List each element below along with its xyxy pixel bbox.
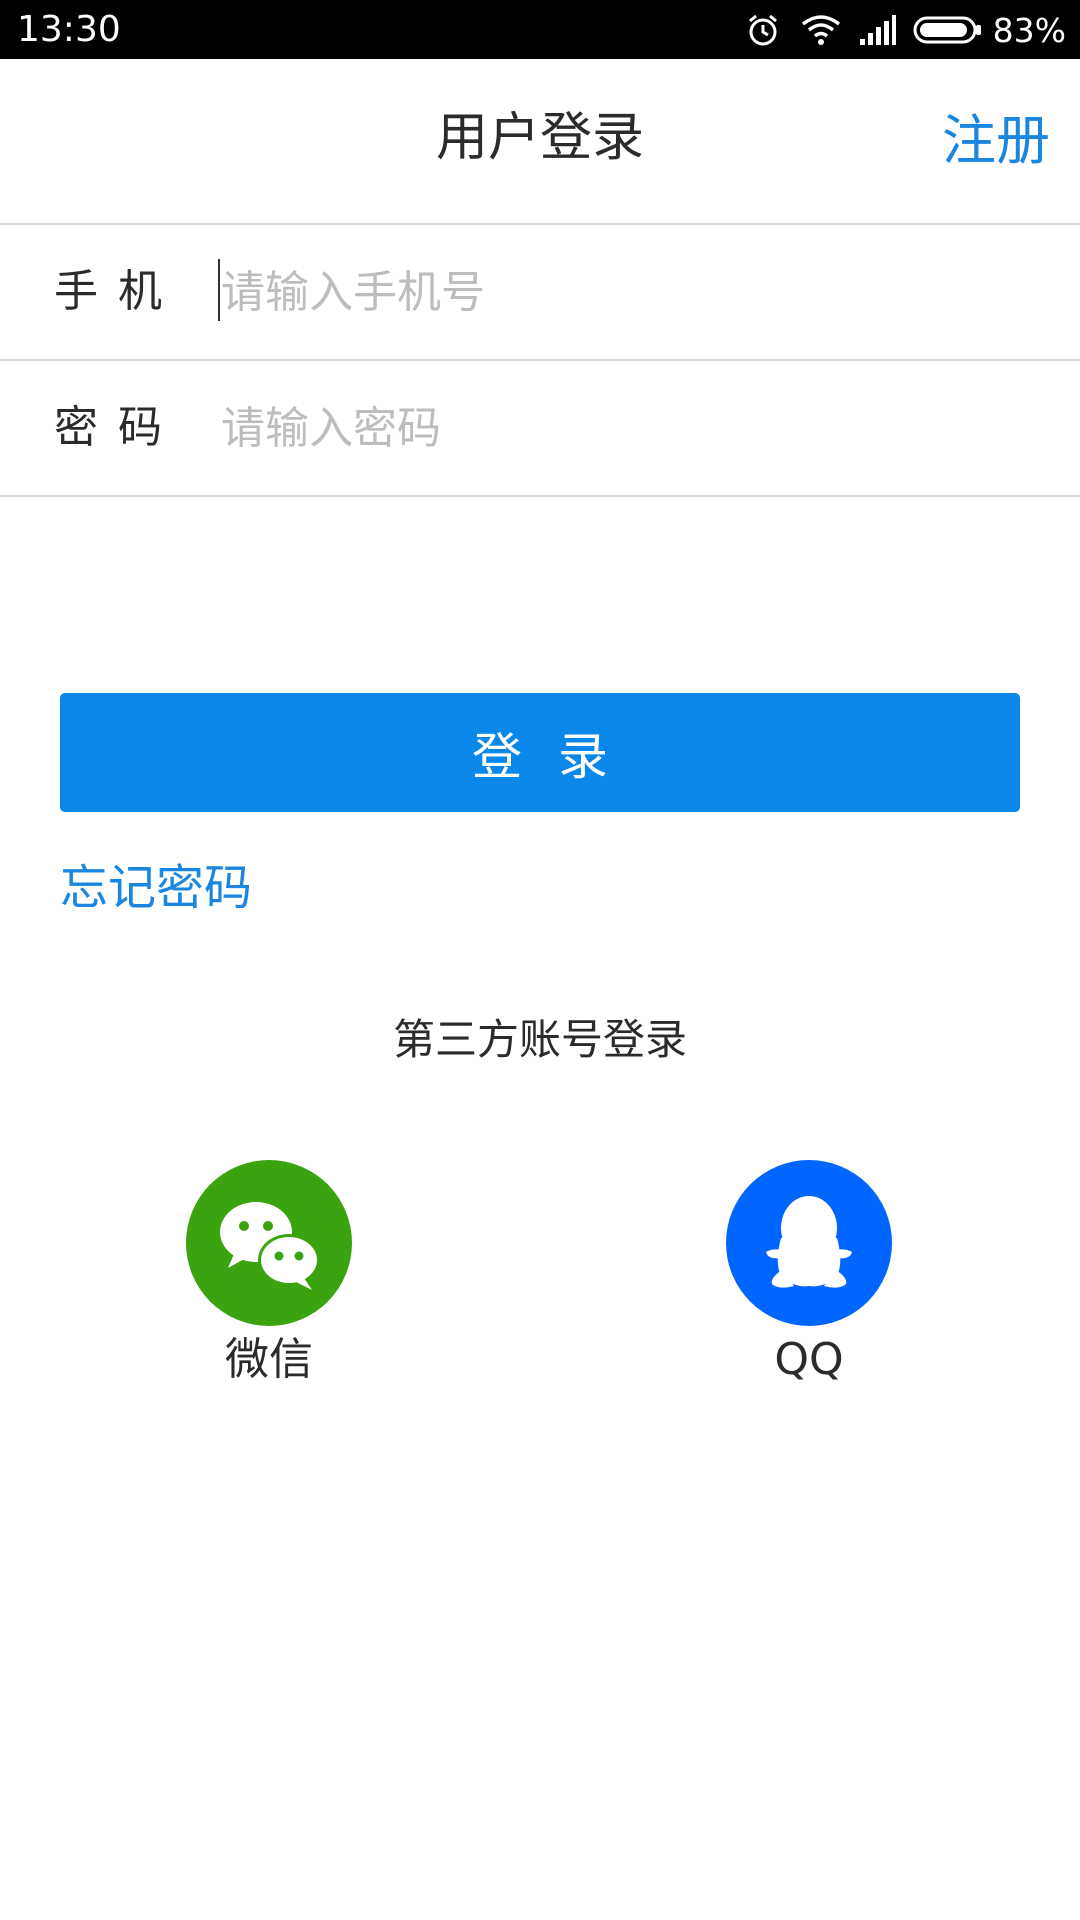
header: 用户登录 注册 — [0, 59, 1080, 225]
password-label: 密码 — [54, 402, 182, 453]
password-input[interactable] — [219, 391, 1021, 465]
alarm-icon — [748, 14, 777, 46]
register-link[interactable]: 注册 — [942, 109, 1050, 173]
qq-label: QQ — [774, 1334, 844, 1385]
text-cursor — [218, 259, 220, 321]
qq-icon[interactable] — [726, 1160, 892, 1326]
status-icons: 83% — [747, 8, 1066, 52]
phone-input[interactable] — [219, 255, 1021, 329]
status-time: 13:30 — [17, 9, 121, 50]
forgot-password-link[interactable]: 忘记密码 — [60, 856, 252, 920]
phone-label: 手机 — [54, 266, 182, 317]
battery-icon — [913, 16, 981, 44]
phone-field-row: 手机 — [0, 225, 1080, 361]
wechat-login-button[interactable]: 微信 — [169, 1160, 369, 1388]
status-bar: 13:30 83% — [0, 0, 1080, 59]
wifi-icon — [801, 15, 840, 45]
wechat-label: 微信 — [225, 1334, 313, 1385]
login-button[interactable]: 登录 — [60, 693, 1020, 812]
qq-login-button[interactable]: QQ — [709, 1160, 909, 1388]
battery-percent: 83% — [992, 10, 1066, 50]
third-party-login-title: 第三方账号登录 — [392, 1015, 687, 1064]
password-field-row: 密码 — [0, 361, 1080, 497]
wechat-icon[interactable] — [186, 1160, 352, 1326]
page-title: 用户登录 — [435, 108, 644, 168]
signal-icon — [859, 15, 896, 45]
